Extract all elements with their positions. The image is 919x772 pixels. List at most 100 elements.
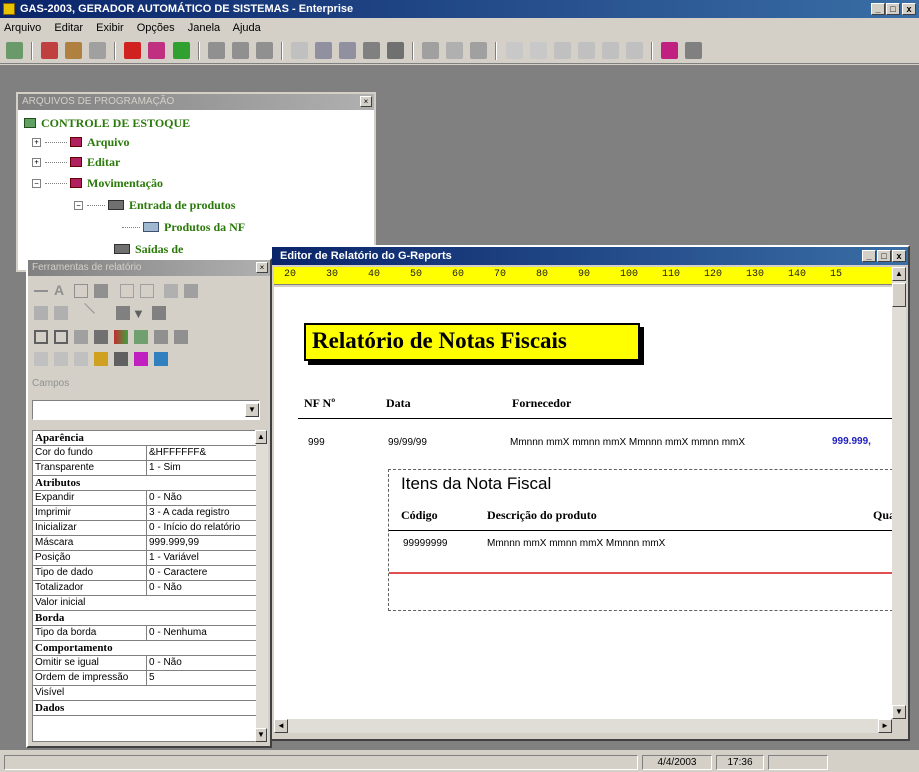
tree-item-editar[interactable]: + Editar [32, 155, 120, 170]
property-row[interactable]: Valor inicial [33, 596, 259, 611]
rect-tool-icon[interactable] [120, 284, 134, 298]
properties-icon[interactable] [231, 42, 249, 59]
property-row[interactable]: Totalizador 0 - Não [33, 581, 259, 596]
font-tool-icon[interactable] [154, 352, 168, 366]
line-tool-icon[interactable] [34, 290, 48, 292]
calc-tool-icon[interactable] [74, 330, 88, 344]
subreport-itens[interactable]: Itens da Nota Fiscal Código Descrição do… [388, 469, 892, 611]
undo-icon[interactable] [505, 42, 523, 59]
count-tool-icon[interactable] [54, 352, 68, 366]
tree-root[interactable]: CONTROLE DE ESTOQUE [24, 116, 190, 131]
property-row[interactable]: Ordem de impressão 5 [33, 671, 259, 686]
redo-icon[interactable] [529, 42, 547, 59]
cut-icon[interactable] [290, 42, 308, 59]
property-scrollbar[interactable]: ▲ ▼ [255, 430, 268, 742]
vertical-scrollbar[interactable]: ▲ ▼ [892, 267, 906, 719]
scroll-up-icon[interactable]: ▲ [892, 267, 906, 281]
property-value[interactable]: 3 - A cada registro [146, 506, 259, 520]
align-icon[interactable] [601, 42, 619, 59]
open-icon[interactable] [41, 42, 59, 59]
group-tool-icon[interactable] [34, 306, 48, 320]
subreport-tool-icon[interactable] [54, 330, 68, 344]
field-data[interactable]: 99/99/99 [388, 437, 427, 448]
barcode-tool-icon[interactable] [94, 330, 108, 344]
image-tool-icon[interactable] [94, 284, 108, 298]
expand-icon[interactable]: + [32, 138, 41, 147]
property-row[interactable]: Inicializar 0 - Início do relatório [33, 521, 259, 536]
paste-icon[interactable] [339, 42, 356, 59]
property-category[interactable]: Dados [33, 701, 259, 716]
property-row[interactable]: Omitir se igual 0 - Não [33, 656, 259, 671]
tree-item-saidas[interactable]: Saídas de [114, 242, 183, 257]
property-category[interactable]: Aparência [33, 431, 259, 446]
property-row[interactable]: Máscara 999.999,99 [33, 536, 259, 551]
field-codigo[interactable]: 99999999 [403, 538, 448, 549]
chart-tool-icon[interactable] [152, 306, 166, 320]
property-category[interactable]: Comportamento [33, 641, 259, 656]
check-icon[interactable] [172, 42, 190, 59]
shape-tool-icon[interactable] [116, 306, 130, 320]
filter-icon[interactable]: ▼ [132, 306, 146, 321]
property-value[interactable]: &HFFFFFF& [146, 446, 259, 460]
category-select[interactable]: ▼ [32, 400, 260, 420]
report-canvas[interactable]: Relatório de Notas Fiscais NF Nº Data Fo… [274, 287, 892, 719]
outdent-icon[interactable] [577, 42, 595, 59]
property-row[interactable]: Tipo da borda 0 - Nenhuma [33, 626, 259, 641]
field-nf[interactable]: 999 [308, 437, 325, 448]
col-header-quant[interactable]: Quant [873, 508, 892, 523]
report-maximize-button[interactable]: □ [877, 250, 891, 262]
delete-icon[interactable] [387, 42, 405, 59]
indent-icon[interactable] [553, 42, 571, 59]
property-row[interactable]: Transparente 1 - Sim [33, 461, 259, 476]
col-header-data[interactable]: Data [386, 396, 411, 411]
report-close-button[interactable]: x [892, 250, 906, 262]
scroll-down-icon[interactable]: ▼ [255, 728, 267, 742]
tree-item-movimentacao[interactable]: − Movimentação [32, 176, 163, 191]
property-row[interactable]: Tipo de dado 0 - Caractere [33, 566, 259, 581]
list-icon[interactable] [625, 42, 643, 59]
clipboard-icon[interactable] [363, 42, 381, 59]
save-icon[interactable] [65, 42, 83, 59]
property-value[interactable]: 0 - Caractere [146, 566, 259, 580]
property-value[interactable]: 0 - Início do relatório [146, 521, 259, 535]
graph-tool-icon[interactable] [114, 330, 128, 344]
property-value[interactable]: 0 - Não [146, 581, 259, 595]
erase-icon[interactable] [124, 42, 142, 59]
time-tool-icon[interactable] [174, 330, 188, 344]
menu-ajuda[interactable]: Ajuda [233, 22, 261, 34]
col-header-fornecedor[interactable]: Fornecedor [512, 396, 571, 411]
property-row[interactable]: Visível [33, 686, 259, 701]
property-value[interactable]: 5 [146, 671, 259, 685]
scroll-right-icon[interactable]: ► [878, 719, 892, 733]
form-icon[interactable] [255, 42, 273, 59]
property-category[interactable]: Borda [33, 611, 259, 626]
horizontal-scrollbar[interactable]: ◄ ► [274, 719, 892, 733]
table-tool-icon[interactable] [164, 284, 178, 298]
col-header-codigo[interactable]: Código [401, 508, 438, 523]
color-tool-icon[interactable] [134, 352, 148, 366]
minimize-button[interactable]: _ [871, 3, 885, 15]
frame-tool-icon[interactable] [34, 330, 48, 344]
maximize-button[interactable]: □ [886, 3, 900, 15]
find-icon[interactable] [422, 42, 440, 59]
property-value[interactable]: 999.999,99 [146, 536, 259, 550]
col-header-descricao[interactable]: Descrição do produto [487, 508, 597, 523]
property-value[interactable]: 0 - Não [146, 491, 259, 505]
field-valor[interactable]: 999.999, [832, 436, 871, 447]
scroll-left-icon[interactable]: ◄ [274, 719, 288, 733]
close-button[interactable]: x [902, 3, 916, 15]
scroll-up-icon[interactable]: ▲ [255, 430, 267, 444]
lock-icon[interactable] [94, 352, 108, 366]
property-row[interactable]: Cor do fundo &HFFFFFF& [33, 446, 259, 461]
scroll-thumb[interactable] [892, 283, 906, 307]
property-value[interactable]: 1 - Variável [146, 551, 259, 565]
menu-arquivo[interactable]: Arquivo [4, 22, 41, 34]
diag-line-icon[interactable] [75, 303, 95, 323]
pencil-icon[interactable] [148, 42, 166, 59]
menu-janela[interactable]: Janela [188, 22, 220, 34]
field-tool-icon[interactable] [74, 284, 88, 298]
scroll-down-icon[interactable]: ▼ [892, 705, 906, 719]
tree-item-produtos-nf[interactable]: Produtos da NF [122, 220, 245, 235]
property-row[interactable]: Posição 1 - Variável [33, 551, 259, 566]
copy-icon[interactable] [314, 42, 332, 59]
